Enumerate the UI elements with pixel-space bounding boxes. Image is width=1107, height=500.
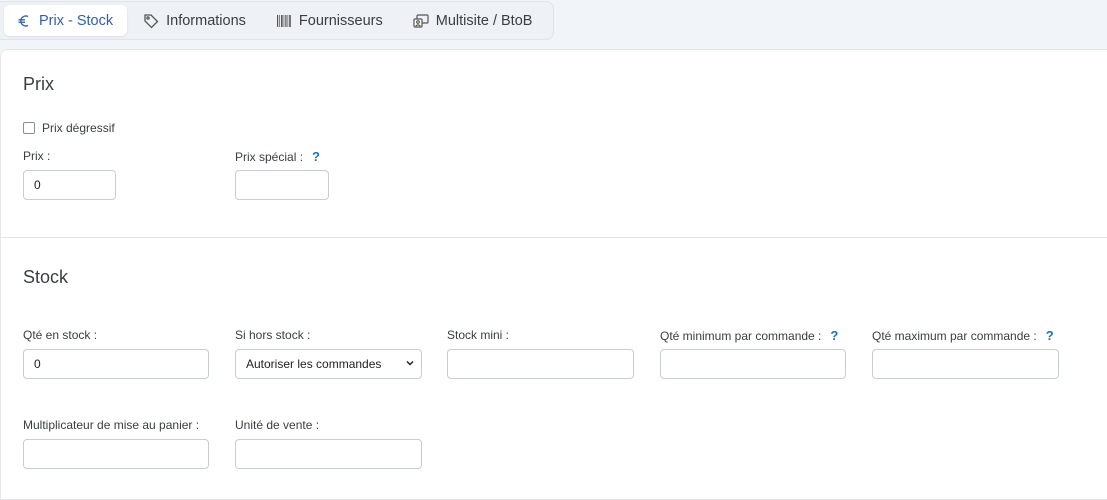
- unite-vente-input[interactable]: [235, 439, 422, 469]
- hors-stock-select[interactable]: Autoriser les commandes: [235, 349, 422, 379]
- qte-stock-input[interactable]: 0: [23, 349, 209, 379]
- help-icon[interactable]: ?: [1046, 328, 1054, 343]
- stock-mini-label: Stock mini :: [447, 328, 510, 342]
- prix-degressif-checkbox[interactable]: [23, 122, 35, 134]
- qte-max-label-wrap: Qté maximum par commande : ?: [872, 328, 1054, 343]
- tab-multisite-btob[interactable]: Multisite / BtoB: [401, 5, 547, 36]
- tab-fournisseurs[interactable]: Fournisseurs: [264, 5, 397, 36]
- section-title-stock: Stock: [23, 267, 69, 287]
- multiplicateur-input[interactable]: [23, 439, 209, 469]
- tab-label: Prix - Stock: [39, 12, 114, 29]
- qte-max-label: Qté maximum par commande :: [872, 328, 1037, 343]
- prix-degressif-label: Prix dégressif: [42, 121, 115, 135]
- product-form-card: Prix Prix dégressif Prix : 0 Prix spécia…: [0, 49, 1107, 500]
- tab-label: Multisite / BtoB: [435, 12, 533, 29]
- multisite-icon: [413, 13, 429, 29]
- prix-label: Prix :: [23, 149, 51, 163]
- section-title-prix: Prix: [23, 74, 54, 94]
- hors-stock-selected: Autoriser les commandes: [246, 357, 382, 371]
- help-icon[interactable]: ?: [830, 328, 838, 343]
- section-divider: [1, 237, 1107, 238]
- qte-max-input[interactable]: [872, 349, 1059, 379]
- tab-prix-stock[interactable]: Prix - Stock: [4, 5, 128, 36]
- euro-icon: [16, 13, 32, 29]
- tab-bar: Prix - Stock Informations Fournisseurs M…: [0, 1, 554, 40]
- tag-icon: [143, 13, 159, 29]
- tab-label: Fournisseurs: [298, 12, 383, 29]
- stock-mini-input[interactable]: [447, 349, 634, 379]
- prix-special-label-wrap: Prix spécial : ?: [235, 149, 320, 164]
- barcode-icon: [276, 13, 292, 29]
- qte-min-label: Qté minimum par commande :: [660, 328, 822, 343]
- tab-label: Informations: [166, 12, 246, 29]
- prix-special-label: Prix spécial :: [235, 149, 304, 164]
- qte-min-input[interactable]: [660, 349, 846, 379]
- chevron-down-icon: [405, 357, 415, 371]
- qte-min-label-wrap: Qté minimum par commande : ?: [660, 328, 838, 343]
- unite-vente-label: Unité de vente :: [235, 418, 320, 432]
- hors-stock-label: Si hors stock :: [235, 328, 311, 342]
- qte-stock-label: Qté en stock :: [23, 328, 98, 342]
- help-icon[interactable]: ?: [312, 149, 320, 164]
- prix-input[interactable]: 0: [23, 170, 116, 200]
- multiplicateur-label: Multiplicateur de mise au panier :: [23, 418, 200, 432]
- prix-special-input[interactable]: [235, 170, 329, 200]
- tab-informations[interactable]: Informations: [131, 5, 260, 36]
